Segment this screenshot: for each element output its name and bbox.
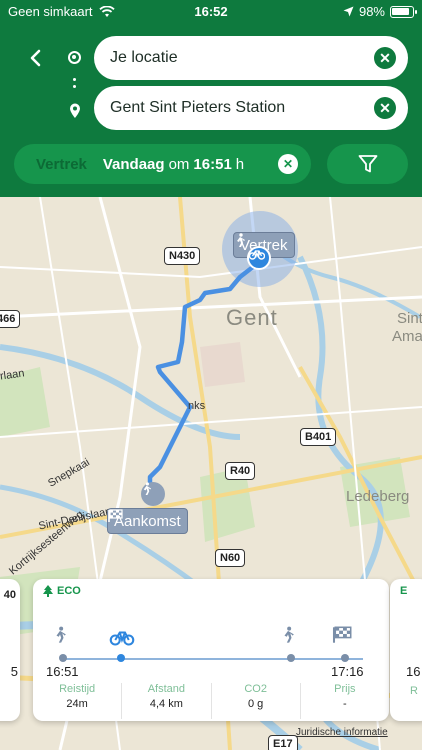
street-label-3: nks (188, 400, 206, 412)
timeline-dot (117, 654, 125, 662)
end-marker-tag[interactable]: Aankomst (107, 508, 188, 534)
end-time: 17:16 (331, 664, 364, 679)
road-badge: B401 (300, 428, 337, 446)
clear-destination-button[interactable]: ✕ (374, 97, 396, 119)
bicycle-icon (109, 631, 135, 646)
stat-value: 4,4 km (149, 698, 183, 710)
chevron-left-icon (30, 49, 41, 67)
district-label: Sint (397, 310, 422, 327)
tree-icon (43, 585, 53, 597)
bicycle-icon (249, 250, 265, 260)
road-badge: E17 (268, 735, 298, 750)
origin-icon (68, 51, 81, 64)
departure-unit: h (235, 155, 245, 173)
next-card-label: R (410, 685, 418, 697)
prev-card-number: 5 (10, 664, 18, 679)
clear-departure-button[interactable]: ✕ (278, 154, 298, 174)
destination-value: Gent Sint Pieters Station (110, 99, 286, 116)
departure-time-selector[interactable]: Vertrek Vandaag om 16:51 h ✕ (14, 144, 311, 184)
filter-icon (358, 155, 377, 173)
stat-value: - (343, 698, 347, 710)
district-ledeberg: Ledeberg (346, 488, 410, 505)
filter-button[interactable] (327, 144, 408, 184)
road-badge: 466 (0, 310, 21, 328)
legal-link[interactable]: Juridische informatie (296, 727, 388, 738)
back-button[interactable] (24, 46, 48, 70)
destination-pin-icon (70, 103, 80, 118)
city-label: Gent (226, 305, 278, 330)
battery-percent: 98% (358, 4, 385, 19)
stat-value: 24m (66, 698, 88, 710)
status-right: 98% (343, 4, 417, 19)
departure-mode: Vertrek (36, 155, 87, 173)
stat-label: Afstand (147, 683, 186, 695)
stat-distance: Afstand 4,4 km (122, 683, 212, 719)
eco-label: ECO (57, 585, 81, 597)
timeline-dot (341, 654, 349, 662)
battery-icon (390, 5, 417, 18)
stat-price: Prijs - (301, 683, 389, 719)
route-stats: Reistijd 24m Afstand 4,4 km CO2 0 g Prij… (33, 683, 389, 719)
walking-icon (284, 626, 294, 643)
road-badge: N60 (215, 549, 246, 567)
end-marker-label: Aankomst (114, 512, 181, 530)
walking-icon (237, 233, 245, 247)
road-badge: R40 (225, 462, 256, 480)
stat-label: Prijs (334, 683, 356, 695)
departure-day: Vandaag (102, 155, 165, 173)
stat-value: 0 g (247, 698, 264, 710)
next-card-eco: E (400, 585, 408, 597)
walking-icon (56, 626, 66, 643)
eco-badge: ECO (43, 585, 81, 597)
start-time: 16:51 (46, 664, 79, 679)
stat-travel-time: Reistijd 24m (33, 683, 123, 719)
route-card-previous[interactable]: 40 5 (0, 579, 20, 721)
route-timeline (63, 658, 363, 660)
walk-end-marker (141, 482, 165, 506)
finish-flag-icon (332, 626, 352, 643)
departure-time: 16:51 (193, 155, 232, 173)
origin-value: Je locatie (110, 49, 178, 66)
district-label-2: Amands (392, 328, 422, 345)
timeline-dot (59, 654, 67, 662)
timeline-dot (287, 654, 295, 662)
walking-icon (143, 482, 152, 495)
route-dots-icon (73, 78, 77, 92)
stat-label: CO2 (244, 683, 267, 695)
road-badge: N430 (164, 247, 201, 265)
departure-connector: om (168, 155, 190, 173)
header: Geen simkaart 16:52 98% Je locatie ✕ Gen… (0, 0, 422, 197)
clear-origin-button[interactable]: ✕ (374, 47, 396, 69)
stat-label: Reistijd (59, 683, 96, 695)
route-card[interactable]: ECO 16:51 17:16 Reistijd 24m Afstand 4,4… (33, 579, 389, 721)
prev-card-fragment: 40 (3, 589, 16, 601)
stat-co2: CO2 0 g (212, 683, 301, 719)
location-arrow-icon (343, 6, 354, 17)
route-card-next[interactable]: E 16 R (390, 579, 422, 721)
next-card-number: 16 (406, 664, 421, 679)
status-bar: Geen simkaart 16:52 98% (0, 0, 422, 24)
finish-flag-icon (108, 509, 123, 522)
destination-field[interactable]: Gent Sint Pieters Station ✕ (94, 86, 408, 130)
bike-location-marker[interactable] (247, 246, 271, 270)
origin-field[interactable]: Je locatie ✕ (94, 36, 408, 80)
